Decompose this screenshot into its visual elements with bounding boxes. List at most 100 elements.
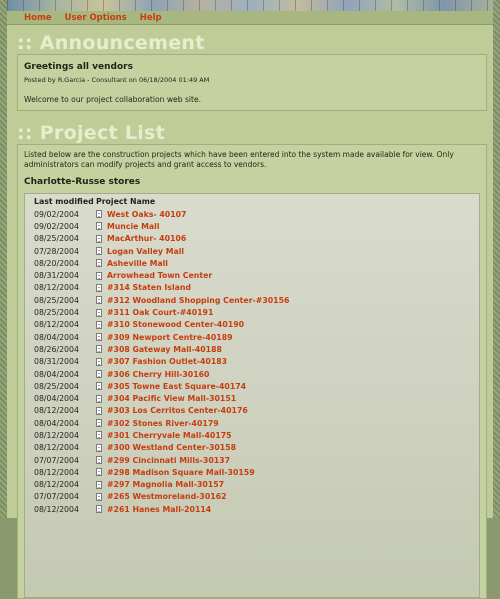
- project-link[interactable]: #304 Pacific View Mall-30151: [107, 394, 236, 403]
- project-link[interactable]: #261 Hanes Mall-20114: [107, 505, 211, 514]
- row-name-cell: MacArthur- 40106: [107, 233, 289, 245]
- table-row: 08/04/2004 #304 Pacific View Mall-30151: [34, 392, 289, 404]
- project-link[interactable]: #307 Fashion Outlet-40183: [107, 357, 227, 366]
- project-link[interactable]: #310 Stonewood Center-40190: [107, 320, 244, 329]
- project-link[interactable]: #300 Westland Center-30158: [107, 443, 236, 452]
- row-icon-cell: [96, 479, 107, 491]
- table-row: 08/12/2004 #297 Magnolia Mall-30157: [34, 479, 289, 491]
- project-link[interactable]: #265 Westmoreland-30162: [107, 492, 227, 501]
- project-link[interactable]: #309 Newport Centre-40189: [107, 333, 233, 342]
- project-link[interactable]: #308 Gateway Mall-40188: [107, 345, 222, 354]
- table-row: 08/31/2004 #307 Fashion Outlet-40183: [34, 356, 289, 368]
- table-row: 08/04/2004 #306 Cherry Hill-30160: [34, 368, 289, 380]
- row-name-cell: #298 Madison Square Mall-30159: [107, 466, 289, 478]
- row-name-cell: #314 Staten Island: [107, 282, 289, 294]
- announcement-box: Greetings all vendors Posted by R.Garcia…: [17, 54, 487, 111]
- row-icon-cell: [96, 233, 107, 245]
- project-link[interactable]: Logan Valley Mall: [107, 247, 184, 256]
- project-link[interactable]: Arrowhead Town Center: [107, 271, 212, 280]
- row-date: 08/04/2004: [34, 418, 79, 428]
- table-row: 08/12/2004 #300 Westland Center-30158: [34, 442, 289, 454]
- document-icon: [96, 394, 102, 403]
- table-row: 08/12/2004 #314 Staten Island: [34, 282, 289, 294]
- row-date: 08/12/2004: [34, 480, 79, 490]
- project-link[interactable]: #302 Stones River-40179: [107, 419, 219, 428]
- document-icon: [96, 456, 102, 465]
- project-link[interactable]: #301 Cherryvale Mall-40175: [107, 431, 232, 440]
- document-icon: [96, 431, 102, 440]
- document-icon: [96, 308, 102, 317]
- project-link[interactable]: #299 Cincinnati Mills-30137: [107, 456, 230, 465]
- table-row: 08/25/2004 #311 Oak Court-#40191: [34, 306, 289, 318]
- row-date: 08/12/2004: [34, 504, 79, 514]
- table-row: 08/20/2004 Asheville Mall: [34, 257, 289, 269]
- row-date: 07/07/2004: [34, 492, 79, 502]
- row-name-cell: #261 Hanes Mall-20114: [107, 503, 289, 515]
- document-icon: [96, 492, 102, 501]
- document-icon: [96, 283, 102, 292]
- row-name-cell: #299 Cincinnati Mills-30137: [107, 454, 289, 466]
- project-link[interactable]: West Oaks- 40107: [107, 210, 186, 219]
- row-date: 09/02/2004: [34, 209, 79, 219]
- row-name-cell: #297 Magnolia Mall-30157: [107, 479, 289, 491]
- row-name-cell: Muncie Mall: [107, 220, 289, 232]
- row-name-cell: #301 Cherryvale Mall-40175: [107, 429, 289, 441]
- project-list-heading: :: Project List: [17, 122, 166, 144]
- row-icon-cell: [96, 319, 107, 331]
- menu-user-options-link[interactable]: User Options: [65, 13, 127, 23]
- document-icon: [96, 234, 102, 243]
- right-border: [493, 0, 500, 518]
- document-icon: [96, 345, 102, 354]
- row-icon-cell: [96, 220, 107, 232]
- document-icon: [96, 296, 102, 305]
- row-date: 08/25/2004: [34, 308, 79, 318]
- project-link[interactable]: Asheville Mall: [107, 259, 168, 268]
- row-date: 08/25/2004: [34, 381, 79, 391]
- menu-home-link[interactable]: Home: [24, 13, 52, 23]
- document-icon: [96, 370, 102, 378]
- project-link[interactable]: #298 Madison Square Mall-30159: [107, 468, 255, 477]
- row-icon-cell: [96, 380, 107, 392]
- project-link[interactable]: #314 Staten Island: [107, 283, 191, 292]
- table-row: 08/12/2004 #261 Hanes Mall-20114: [34, 503, 289, 515]
- row-icon-cell: [96, 392, 107, 404]
- project-link[interactable]: Muncie Mall: [107, 222, 160, 231]
- announcement-body: Welcome to our project collaboration web…: [24, 95, 202, 104]
- row-name-cell: #312 Woodland Shopping Center-#30156: [107, 294, 289, 306]
- row-name-cell: #265 Westmoreland-30162: [107, 491, 289, 503]
- row-icon-cell: [96, 356, 107, 368]
- row-icon-cell: [96, 454, 107, 466]
- menu-help-link[interactable]: Help: [140, 13, 162, 23]
- row-icon-cell: [96, 417, 107, 429]
- left-border: [0, 0, 7, 518]
- table-row: 07/28/2004 Logan Valley Mall: [34, 245, 289, 257]
- project-link[interactable]: #311 Oak Court-#40191: [107, 308, 213, 317]
- document-icon: [96, 468, 102, 477]
- project-link[interactable]: MacArthur- 40106: [107, 234, 186, 243]
- project-link[interactable]: #306 Cherry Hill-30160: [107, 370, 209, 379]
- row-name-cell: #302 Stones River-40179: [107, 417, 289, 429]
- row-name-cell: #308 Gateway Mall-40188: [107, 343, 289, 355]
- project-link[interactable]: #297 Magnolia Mall-30157: [107, 480, 224, 489]
- table-row: 08/12/2004 #301 Cherryvale Mall-40175: [34, 429, 289, 441]
- announcement-title: Greetings all vendors: [24, 62, 133, 72]
- row-date: 08/26/2004: [34, 344, 79, 354]
- row-date: 08/31/2004: [34, 271, 79, 281]
- row-icon-cell: [96, 466, 107, 478]
- row-icon-cell: [96, 245, 107, 257]
- document-icon: [96, 480, 102, 489]
- document-icon: [96, 357, 102, 366]
- row-icon-cell: [96, 405, 107, 417]
- project-link[interactable]: #303 Los Cerritos Center-40176: [107, 406, 248, 415]
- project-link[interactable]: #312 Woodland Shopping Center-#30156: [107, 296, 289, 305]
- document-icon: [96, 271, 102, 280]
- row-date: 08/31/2004: [34, 357, 79, 367]
- menu-bar: Home User Options Help: [7, 11, 493, 25]
- table-header-row: Last modified Project Name: [34, 197, 289, 208]
- row-icon-cell: [96, 257, 107, 269]
- row-icon-cell: [96, 442, 107, 454]
- project-link[interactable]: #305 Towne East Square-40174: [107, 382, 246, 391]
- table-row: 08/25/2004 #305 Towne East Square-40174: [34, 380, 289, 392]
- row-name-cell: Logan Valley Mall: [107, 245, 289, 257]
- row-icon-cell: [96, 269, 107, 281]
